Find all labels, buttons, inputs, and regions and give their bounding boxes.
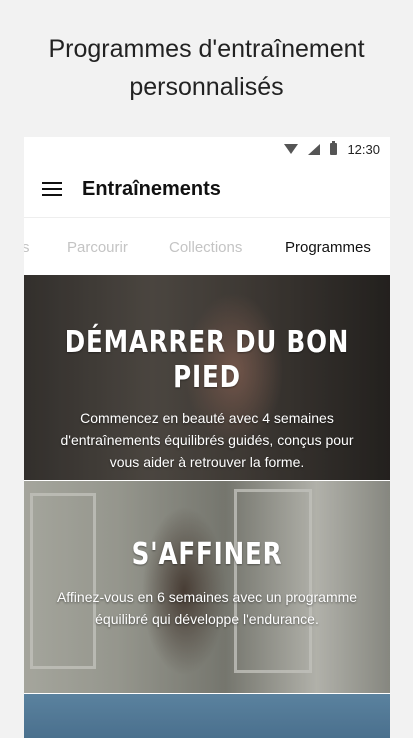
program-title: S'AFFINER <box>131 537 283 572</box>
tab-programmes[interactable]: Programmes <box>285 239 371 256</box>
wifi-icon <box>284 144 299 154</box>
menu-icon[interactable] <box>42 182 62 196</box>
program-title: DÉMARRER DU BON PIED <box>64 325 350 395</box>
program-description: Affinez-vous en 6 semaines avec un progr… <box>56 589 358 627</box>
page-title: Entraînements <box>82 177 221 200</box>
status-time: 12:30 <box>347 141 380 157</box>
promo-line-1: Programmes d'entraînement <box>48 35 365 63</box>
tab-bar: s Parcourir Collections Programmes <box>24 218 390 276</box>
program-card-affiner[interactable]: S'AFFINER Affinez-vous en 6 semaines ave… <box>24 481 390 693</box>
app-bar: Entraînements <box>24 161 390 218</box>
battery-icon <box>330 141 338 155</box>
program-card-demarrer[interactable]: DÉMARRER DU BON PIED Commencez en beauté… <box>24 275 390 480</box>
tab-parcourir[interactable]: Parcourir <box>67 239 128 256</box>
tab-previous[interactable]: s <box>24 239 30 256</box>
phone-screen: 12:30 Entraînements s Parcourir Collecti… <box>24 137 390 738</box>
status-bar: 12:30 <box>24 137 390 161</box>
program-card-next[interactable] <box>24 694 390 738</box>
promo-line-2: personnalisés <box>129 73 284 101</box>
promo-headline: Programmes d'entraînement personnalisés <box>0 30 413 106</box>
tab-collections[interactable]: Collections <box>169 239 242 256</box>
program-description: Commencez en beauté avec 4 semaines d'en… <box>60 410 354 470</box>
signal-icon <box>308 143 321 155</box>
